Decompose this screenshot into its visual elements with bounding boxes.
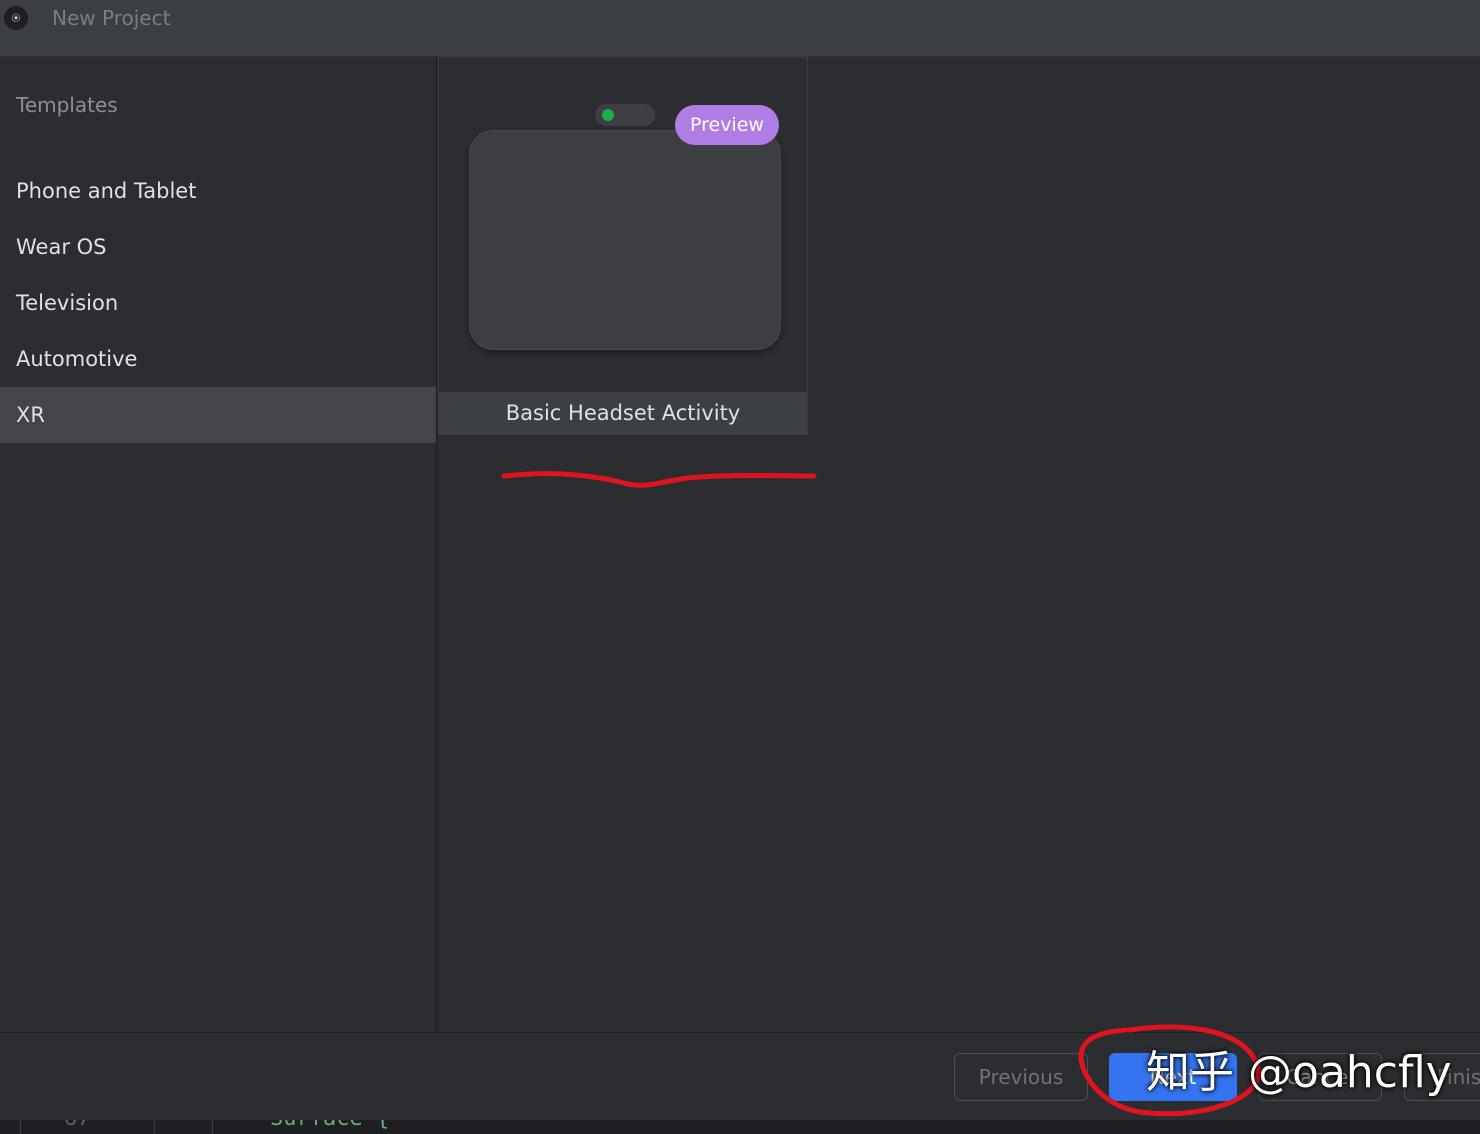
zhihu-watermark: 知乎 @oahcfly <box>1146 1047 1452 1098</box>
editor-line-number: 67 <box>64 1120 91 1131</box>
sidebar-header: Templates <box>16 93 118 117</box>
template-category-sidebar: Templates Phone and Tablet Wear OS Telev… <box>0 57 437 1032</box>
sidebar-item-television[interactable]: Television <box>0 275 436 331</box>
editor-gutter-divider <box>154 1120 155 1134</box>
android-studio-icon: ⍟ <box>4 6 28 30</box>
preview-badge: Preview <box>675 105 779 145</box>
editor-gutter-divider <box>212 1120 213 1134</box>
status-dot-icon <box>602 109 614 121</box>
editor-code-line: Surface { <box>270 1120 389 1131</box>
sidebar-item-automotive[interactable]: Automotive <box>0 331 436 387</box>
template-gallery: Preview Basic Headset Activity <box>437 57 1480 1032</box>
previous-button[interactable]: Previous <box>954 1053 1088 1101</box>
sidebar-item-phone-and-tablet[interactable]: Phone and Tablet <box>0 163 436 219</box>
title-bar: ⍟ New Project <box>0 0 1480 57</box>
sidebar-item-xr[interactable]: XR <box>0 387 436 443</box>
headset-thumbnail: Preview <box>439 58 807 392</box>
headset-device-illustration <box>469 130 781 350</box>
sidebar-item-wear-os[interactable]: Wear OS <box>0 219 436 275</box>
window-title: New Project <box>52 6 171 30</box>
editor-gutter-divider <box>20 1120 21 1134</box>
headset-sensor-pill <box>595 104 655 126</box>
red-underline-annotation <box>501 471 817 488</box>
template-card-label: Basic Headset Activity <box>439 392 807 434</box>
template-card-basic-headset-activity[interactable]: Preview Basic Headset Activity <box>438 57 808 435</box>
